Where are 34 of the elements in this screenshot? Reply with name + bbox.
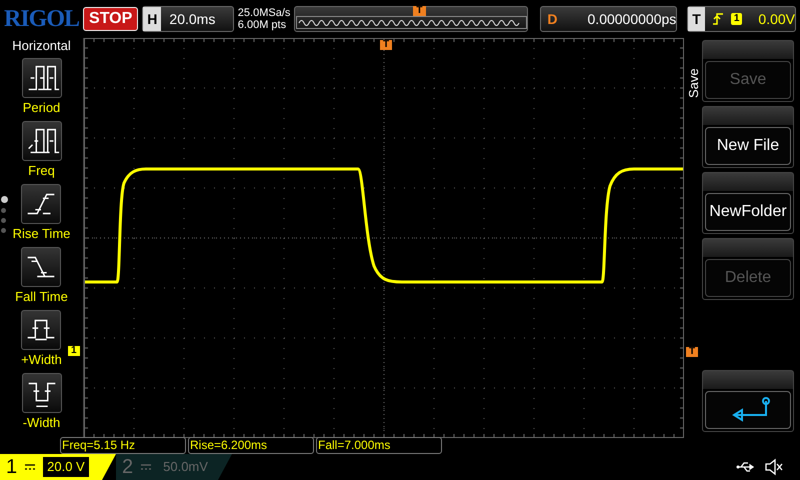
dc-coupling-icon <box>141 464 152 470</box>
trigger-label: T <box>688 7 705 31</box>
usb-icon <box>736 461 756 473</box>
dc-coupling-icon <box>25 464 36 470</box>
channel-number: 1 <box>6 455 18 480</box>
channel-scale: 50.0mV <box>162 458 209 476</box>
channel-offset-marker: 1 <box>68 346 80 356</box>
timebase-value[interactable]: 20.0ms <box>161 8 224 30</box>
trigger-position-marker: T <box>413 6 426 16</box>
memory-depth: 6.00M pts <box>238 19 288 31</box>
menu-title: Horizontal <box>12 38 71 53</box>
rising-edge-icon <box>712 12 723 26</box>
measurement-readout: Fall=7.000ms <box>316 437 442 454</box>
delay-label: D <box>546 10 559 28</box>
trigger-level-marker: T <box>686 347 698 357</box>
channel-number: 2 <box>122 455 134 480</box>
run-stop-status[interactable]: STOP <box>83 7 138 31</box>
softkey-button[interactable]: New File <box>705 127 791 165</box>
timebase-label: H <box>143 7 162 31</box>
menu-title: Save <box>685 67 702 98</box>
measurement-readout: Rise=6.200ms <box>188 437 314 454</box>
sample-rate: 25.0MSa/s <box>238 7 290 19</box>
trigger-level[interactable]: 0.00V <box>758 8 795 30</box>
softkey-button[interactable]: NewFolder <box>705 193 791 231</box>
speaker-muted-icon <box>764 458 784 476</box>
channel-tab[interactable]: 1 20.0 V <box>0 454 116 480</box>
measurement-readout: Freq=5.15 Hz <box>60 437 186 454</box>
menu-button[interactable]: Rise Time <box>12 184 70 242</box>
delay-value[interactable]: 0.00000000ps <box>564 8 676 30</box>
channel-scale: 20.0 V <box>43 457 89 477</box>
brand-logo: RIGOL <box>4 5 80 34</box>
trigger-source: 1 <box>730 13 742 25</box>
back-button[interactable] <box>705 391 791 429</box>
trigger-position-marker: T <box>380 40 392 50</box>
